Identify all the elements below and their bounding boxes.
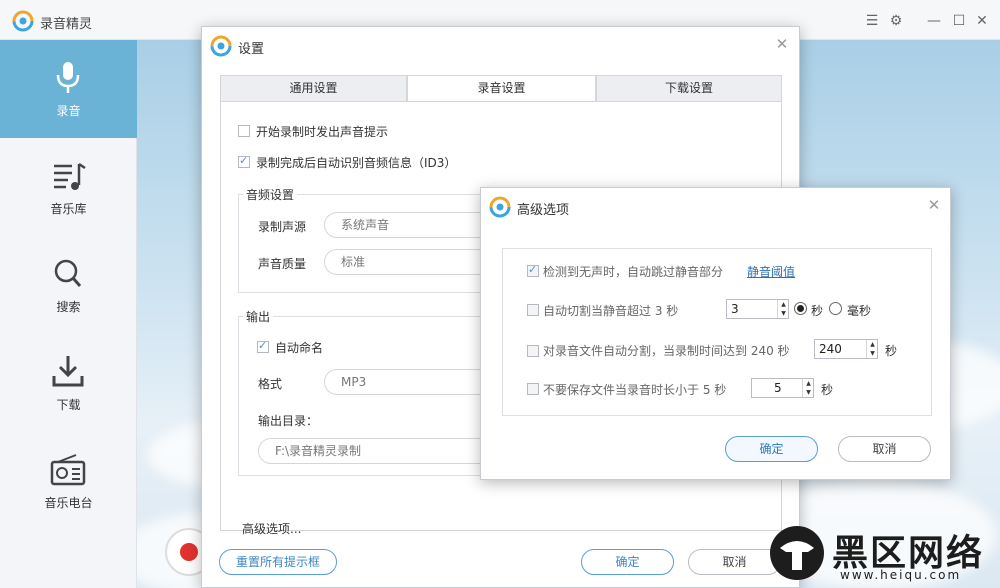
sidebar-item-label: 音乐电台 bbox=[44, 496, 93, 510]
advanced-dialog-header: 高级选项 ✕ bbox=[481, 188, 950, 224]
sound-prompt-label: 开始录制时发出声音提示 bbox=[256, 125, 389, 139]
ok-button[interactable]: 确定 bbox=[725, 436, 818, 462]
no-save-stepper[interactable]: 5 ▲ ▼ bbox=[751, 378, 814, 398]
settings-tabs: 通用设置 录音设置 下载设置 bbox=[220, 75, 782, 102]
sound-prompt-checkbox[interactable] bbox=[238, 125, 250, 137]
chevron-down-icon[interactable]: ▼ bbox=[778, 309, 789, 318]
sidebar-item-label: 录音 bbox=[56, 104, 81, 118]
reset-prompts-button[interactable]: 重置所有提示框 bbox=[219, 549, 337, 575]
dialog-title: 设置 bbox=[238, 42, 265, 57]
silence-threshold-link[interactable]: 静音阈值 bbox=[747, 263, 795, 280]
watermark-url: www.heiqu.com bbox=[840, 568, 962, 582]
auto-name-checkbox[interactable] bbox=[257, 339, 269, 353]
dialog-title: 高级选项 bbox=[517, 203, 570, 218]
advanced-options-link[interactable]: 高级选项... bbox=[242, 520, 301, 537]
sidebar-item-label: 音乐库 bbox=[50, 202, 87, 216]
auto-cut-label: 自动切割当静音超过 3 秒 bbox=[543, 304, 679, 318]
gear-icon[interactable]: ⚙ bbox=[887, 12, 905, 30]
unit-ms-label: 毫秒 bbox=[847, 304, 872, 318]
sidebar-item-record[interactable]: 录音 bbox=[0, 40, 137, 138]
group-title: 音频设置 bbox=[243, 186, 298, 203]
stepper-arrows[interactable]: ▲ ▼ bbox=[802, 379, 813, 397]
auto-split-checkbox[interactable] bbox=[527, 345, 539, 357]
maximize-icon[interactable]: ☐ bbox=[950, 12, 968, 30]
tab-download-settings[interactable]: 下载设置 bbox=[596, 75, 782, 102]
auto-cut-checkbox[interactable] bbox=[527, 304, 539, 316]
music-library-icon bbox=[54, 162, 86, 190]
sidebar-item-radio[interactable]: 音乐电台 bbox=[0, 432, 137, 530]
no-save-label: 不要保存文件当录音时长小于 5 秒 bbox=[543, 383, 727, 397]
chevron-down-icon[interactable]: ▼ bbox=[867, 349, 878, 358]
tab-recording-settings[interactable]: 录音设置 bbox=[407, 75, 596, 102]
radio-icon bbox=[50, 454, 86, 486]
sidebar-item-download[interactable]: 下载 bbox=[0, 334, 137, 432]
sidebar-item-label: 下载 bbox=[56, 398, 81, 412]
download-icon bbox=[52, 356, 84, 387]
ok-button[interactable]: 确定 bbox=[581, 549, 674, 575]
chevron-up-icon[interactable]: ▲ bbox=[803, 379, 814, 388]
id3-checkbox[interactable] bbox=[238, 154, 250, 168]
app-logo-icon bbox=[210, 35, 232, 57]
auto-name-label: 自动命名 bbox=[275, 341, 324, 355]
sidebar-item-music-library[interactable]: 音乐库 bbox=[0, 138, 137, 236]
format-label: 格式 bbox=[258, 377, 283, 391]
watermark-logo bbox=[770, 526, 824, 580]
output-dir-label: 输出目录： bbox=[258, 414, 319, 428]
microphone-icon bbox=[56, 62, 80, 93]
stepper-arrows[interactable]: ▲ ▼ bbox=[866, 340, 877, 358]
close-icon[interactable]: ✕ bbox=[926, 197, 942, 213]
watermark: 黑区网络 www.heiqu.com bbox=[768, 522, 1000, 588]
silence-skip-label: 检测到无声时，自动跳过静音部分 bbox=[543, 265, 724, 279]
sidebar-item-search[interactable]: 搜索 bbox=[0, 236, 137, 334]
chevron-up-icon[interactable]: ▲ bbox=[867, 340, 878, 349]
id3-label: 录制完成后自动识别音频信息（ID3） bbox=[256, 156, 457, 170]
auto-cut-value: 3 bbox=[731, 302, 739, 316]
advanced-options-dialog: 高级选项 ✕ 检测到无声时，自动跳过静音部分 静音阈值 自动切割当静音超过 3 … bbox=[480, 187, 951, 480]
auto-cut-stepper[interactable]: 3 ▲ ▼ bbox=[726, 299, 789, 319]
search-icon bbox=[54, 259, 82, 287]
no-save-unit-label: 秒 bbox=[821, 383, 834, 397]
cancel-button[interactable]: 取消 bbox=[838, 436, 931, 462]
app-title: 录音精灵 bbox=[40, 17, 93, 32]
unit-seconds-radio[interactable] bbox=[794, 302, 807, 315]
chevron-up-icon[interactable]: ▲ bbox=[778, 300, 789, 309]
stepper-arrows[interactable]: ▲ ▼ bbox=[777, 300, 788, 318]
silence-skip-checkbox[interactable] bbox=[527, 263, 539, 277]
tab-general-settings[interactable]: 通用设置 bbox=[220, 75, 407, 102]
settings-dialog-header: 设置 ✕ bbox=[202, 27, 799, 63]
sidebar: 录音 音乐库 搜索 下载 音乐电台 bbox=[0, 40, 137, 588]
sidebar-item-label: 搜索 bbox=[56, 300, 81, 314]
unit-ms-radio[interactable] bbox=[829, 302, 842, 315]
app-logo-icon bbox=[12, 10, 34, 32]
quality-label: 声音质量 bbox=[258, 257, 307, 271]
source-label: 录制声源 bbox=[258, 220, 307, 234]
chevron-down-icon[interactable]: ▼ bbox=[803, 388, 814, 397]
unit-seconds-label: 秒 bbox=[811, 304, 824, 318]
close-icon[interactable]: ✕ bbox=[774, 36, 790, 52]
split-unit-label: 秒 bbox=[885, 344, 898, 358]
no-save-checkbox[interactable] bbox=[527, 383, 539, 395]
no-save-value: 5 bbox=[774, 381, 782, 395]
split-value: 240 bbox=[819, 342, 842, 356]
auto-split-label: 对录音文件自动分割，当录制时间达到 240 秒 bbox=[543, 344, 790, 358]
menu-list-icon[interactable]: ☰ bbox=[863, 12, 881, 30]
group-title: 输出 bbox=[243, 308, 274, 325]
app-logo-icon bbox=[489, 196, 511, 218]
minimize-icon[interactable]: — bbox=[925, 12, 943, 30]
advanced-options-box: 检测到无声时，自动跳过静音部分 静音阈值 自动切割当静音超过 3 秒 3 ▲▼ … bbox=[502, 248, 932, 416]
split-stepper[interactable]: 240 ▲ ▼ bbox=[814, 339, 878, 359]
close-icon[interactable]: ✕ bbox=[973, 12, 991, 30]
